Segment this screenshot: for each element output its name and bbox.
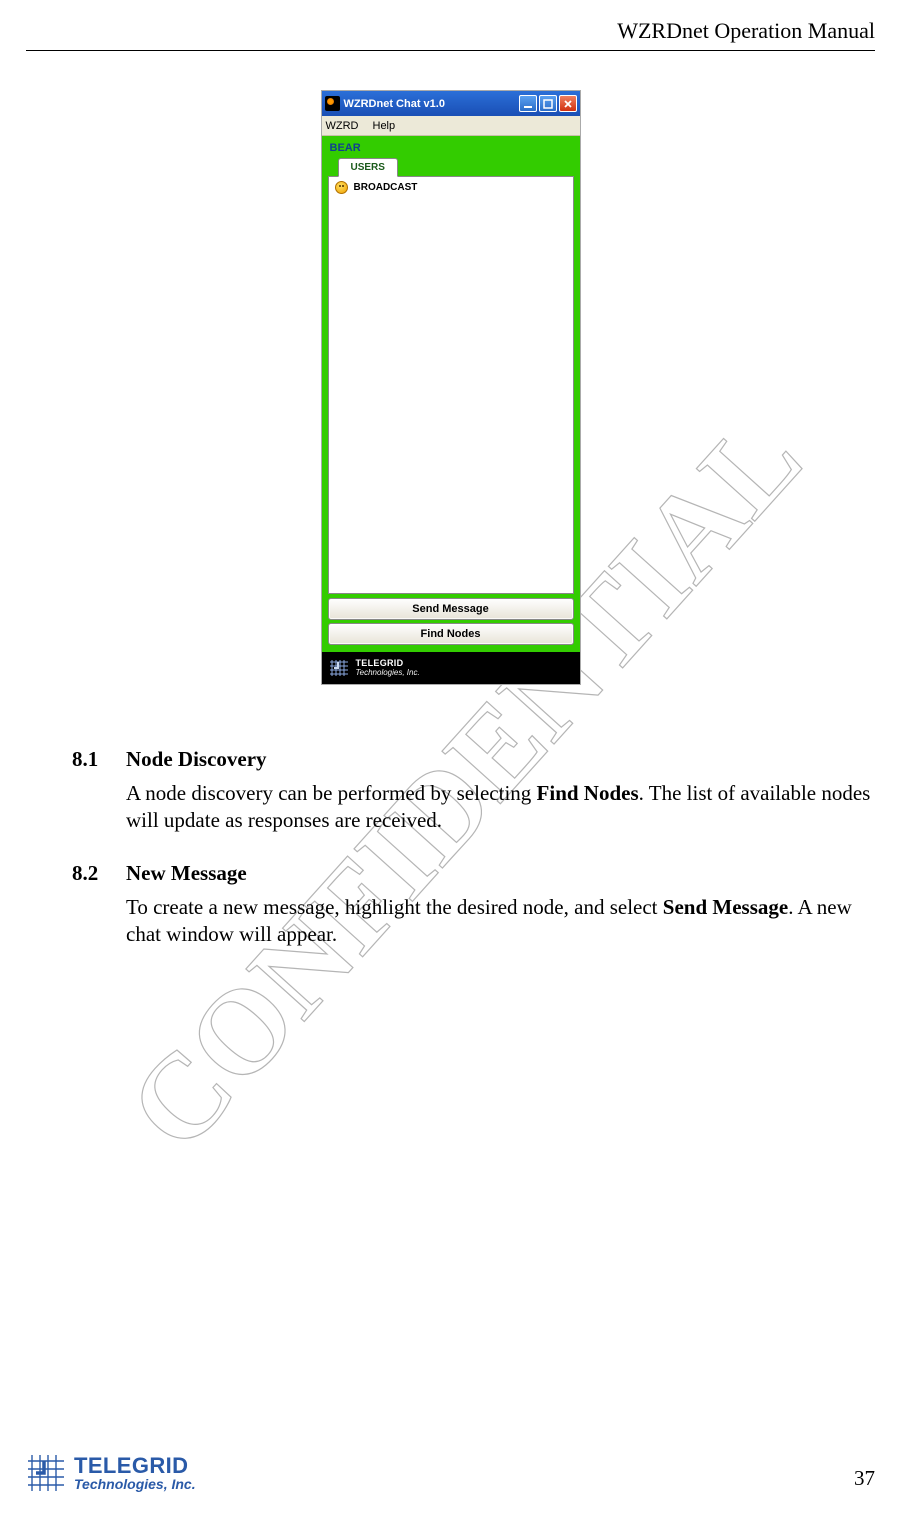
send-message-button[interactable]: Send Message (328, 598, 574, 620)
current-user-label: BEAR (326, 140, 576, 157)
section-title: New Message (126, 860, 247, 888)
app-window: WZRDnet Chat v1.0 WZRD Help BEAR USERS B… (321, 90, 581, 685)
tab-users[interactable]: USERS (338, 158, 398, 177)
menu-wzrd[interactable]: WZRD (326, 120, 359, 132)
section-number: 8.2 (72, 860, 108, 888)
users-list[interactable]: BROADCAST (328, 176, 574, 594)
maximize-button[interactable] (539, 95, 557, 112)
section-8-1: 8.1 Node Discovery A node discovery can … (72, 746, 875, 835)
section-8-2: 8.2 New Message To create a new message,… (72, 860, 875, 949)
menu-help[interactable]: Help (373, 120, 396, 132)
window-titlebar[interactable]: WZRDnet Chat v1.0 (322, 91, 580, 116)
footer-brand: TELEGRID (74, 1454, 196, 1477)
page-header-title: WZRDnet Operation Manual (617, 18, 875, 44)
find-nodes-button[interactable]: Find Nodes (328, 623, 574, 645)
list-item-label: BROADCAST (354, 182, 418, 193)
page-number: 37 (854, 1466, 875, 1491)
header-rule (26, 50, 875, 51)
footer-sub: Technologies, Inc. (74, 1477, 196, 1492)
statusbar-sub: Technologies, Inc. (356, 669, 420, 678)
user-status-icon (335, 181, 348, 194)
window-title: WZRDnet Chat v1.0 (344, 98, 519, 110)
telegrid-logo-icon (328, 657, 350, 679)
menubar: WZRD Help (322, 116, 580, 136)
telegrid-logo-icon (26, 1453, 66, 1493)
close-button[interactable] (559, 95, 577, 112)
app-statusbar: TELEGRID Technologies, Inc. (322, 652, 580, 684)
list-item[interactable]: BROADCAST (329, 177, 573, 198)
section-title: Node Discovery (126, 746, 267, 774)
section-number: 8.1 (72, 746, 108, 774)
minimize-button[interactable] (519, 95, 537, 112)
section-paragraph: A node discovery can be performed by sel… (72, 780, 875, 835)
section-paragraph: To create a new message, highlight the d… (72, 894, 875, 949)
footer-logo: TELEGRID Technologies, Inc. (26, 1453, 196, 1493)
app-icon (325, 96, 340, 111)
